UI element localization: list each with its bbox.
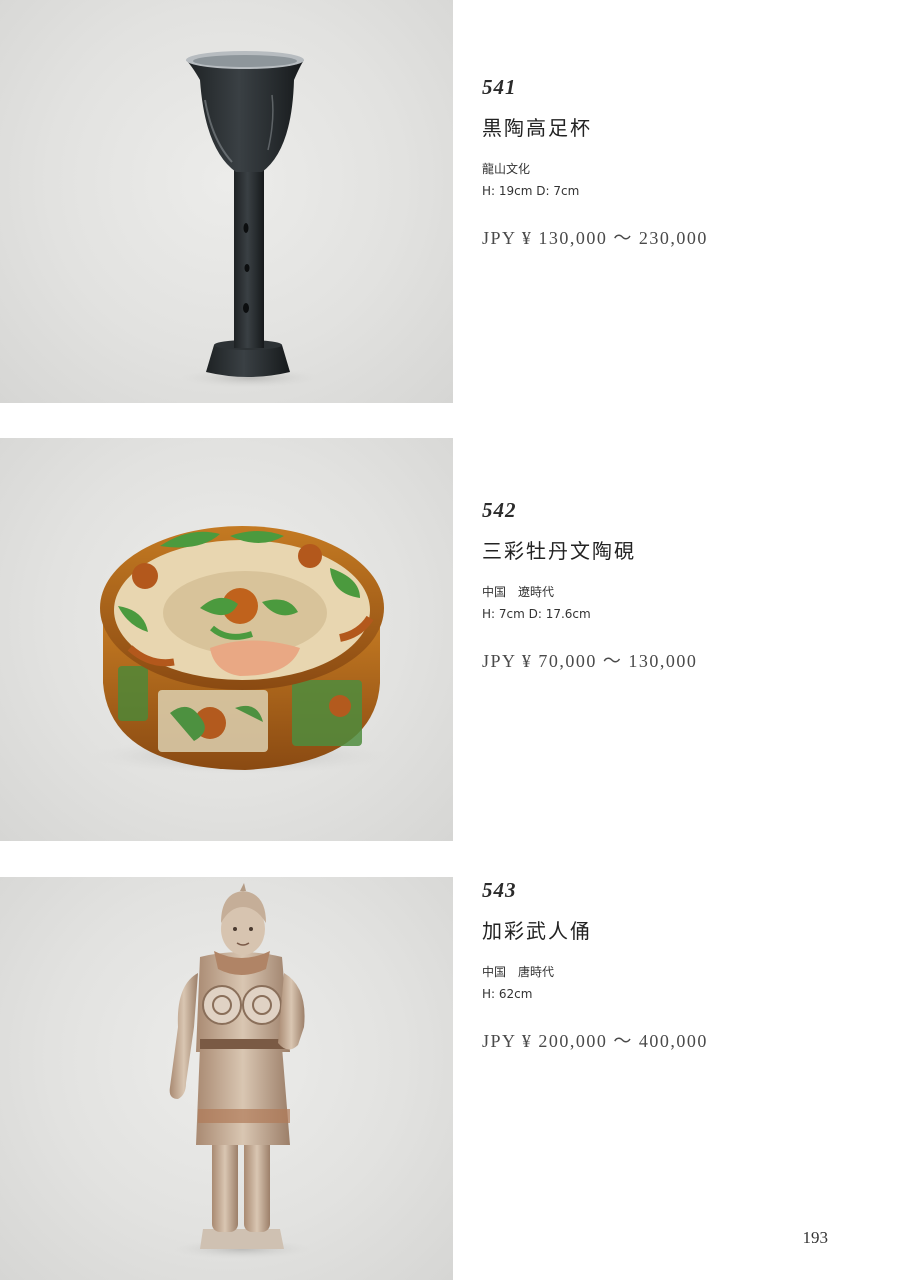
lot-title: 加彩武人俑 [482,919,592,943]
lot-dimensions: H: 7cm D: 17.6cm [482,607,591,621]
lot-estimate: JPY ¥ 200,000 ～ 400,000 [482,1031,708,1051]
lot-542-info: 542 三彩牡丹文陶硯 中国 遼時代 H: 7cm D: 17.6cm JPY … [482,497,882,673]
lot-number: 543 [482,878,517,902]
lot-origin: 中国 遼時代 [482,585,555,599]
lot-543-photo [0,877,453,1280]
lot-number: 541 [482,75,517,99]
lot-543-info: 543 加彩武人俑 中国 唐時代 H: 62cm JPY ¥ 200,000 ～… [482,877,882,1053]
black-pottery-stem-cup-icon [180,51,320,388]
lot-meta: 中国 遼時代 H: 7cm D: 17.6cm [482,581,882,625]
lot-estimate: JPY ¥ 130,000 ～ 230,000 [482,228,708,248]
lot-541-info: 541 黒陶高足杯 龍山文化 H: 19cm D: 7cm JPY ¥ 130,… [482,74,882,250]
lot-meta: 中国 唐時代 H: 62cm [482,961,882,1005]
painted-warrior-figure-icon [169,883,312,1259]
lot-542-photo [0,438,453,841]
page-number: 193 [802,1228,829,1247]
lot-meta: 龍山文化 H: 19cm D: 7cm [482,158,882,202]
lot-541-photo [0,0,453,403]
lot-title: 黒陶高足杯 [482,116,592,140]
sancai-peony-inkstone-icon [90,526,390,774]
lot-estimate: JPY ¥ 70,000 ～ 130,000 [482,651,698,671]
lot-number: 542 [482,498,517,522]
lot-origin: 中国 唐時代 [482,965,555,979]
lot-origin: 龍山文化 [482,162,531,176]
lot-title: 三彩牡丹文陶硯 [482,539,636,563]
lot-dimensions: H: 62cm [482,987,533,1001]
lot-dimensions: H: 19cm D: 7cm [482,184,580,198]
